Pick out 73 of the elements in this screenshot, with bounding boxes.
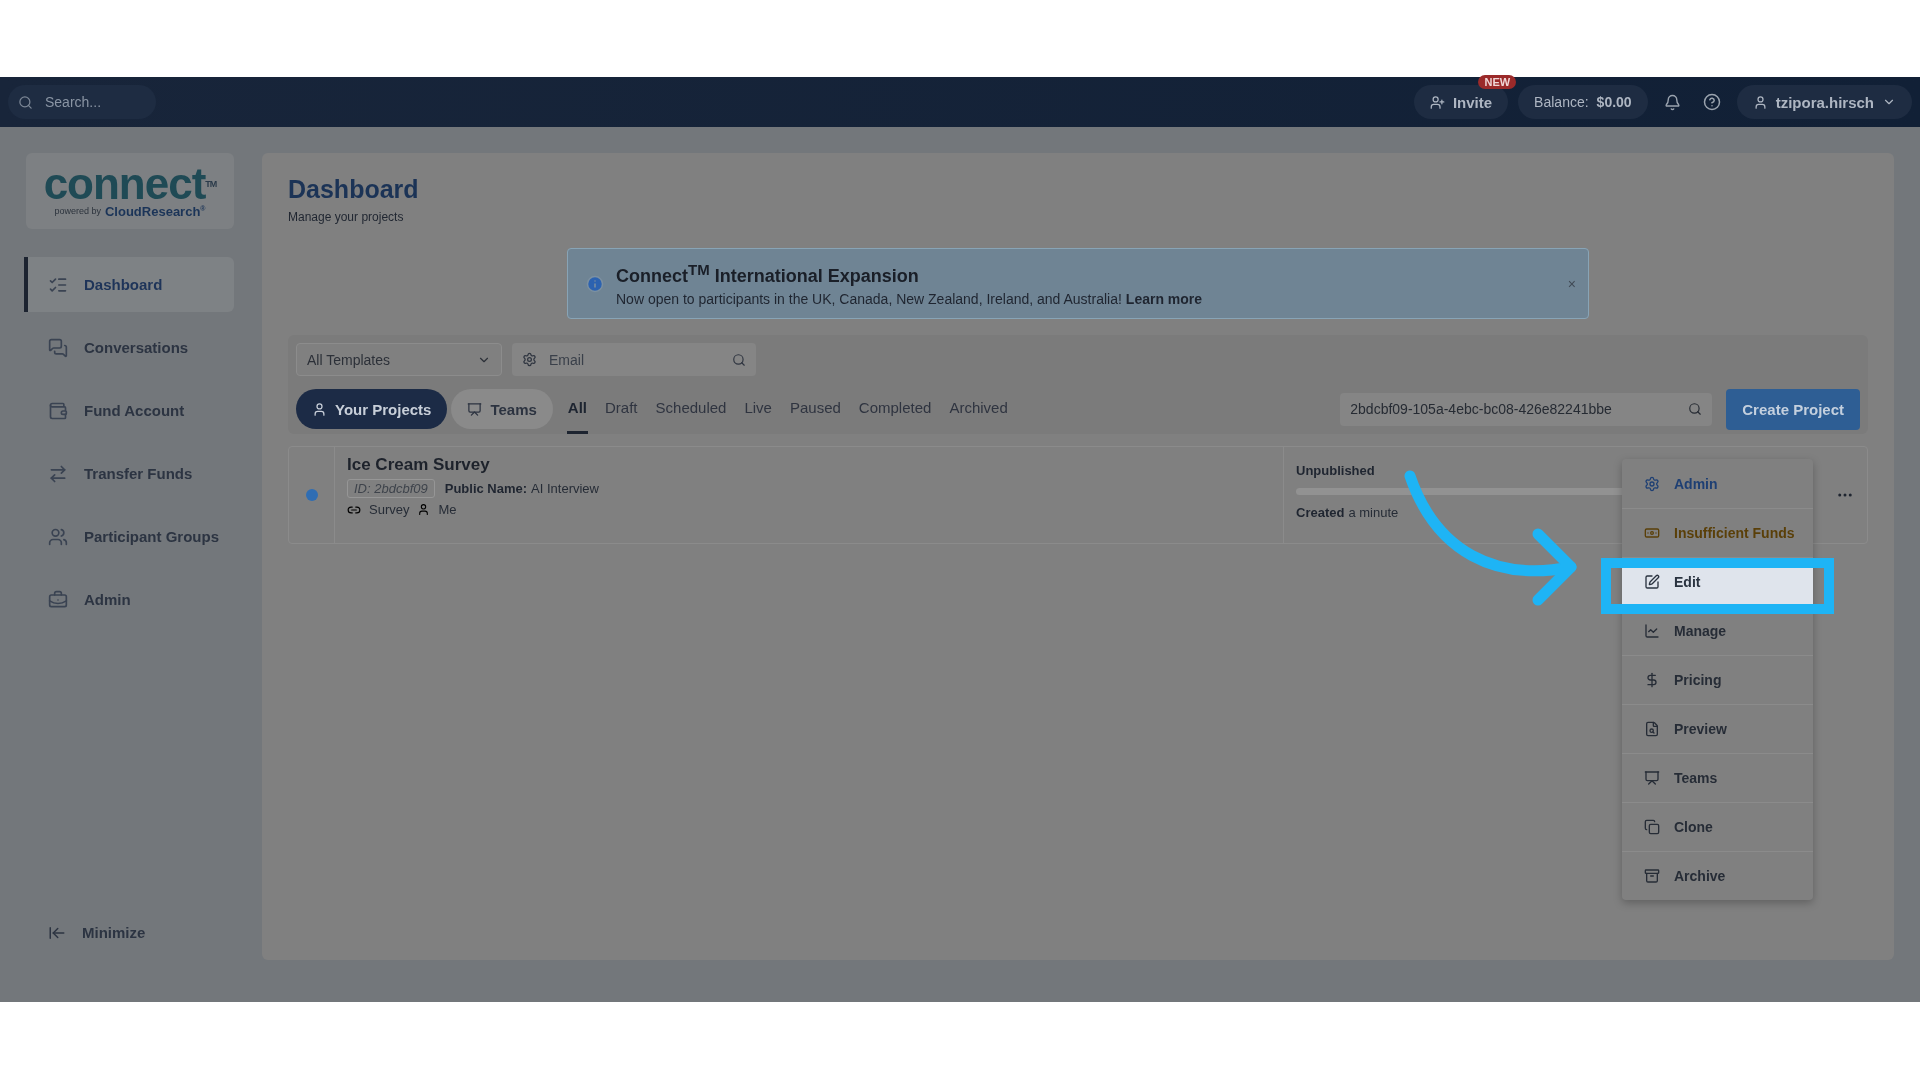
page-subtitle: Manage your projects bbox=[288, 210, 405, 224]
status-tab[interactable]: Draft bbox=[604, 384, 639, 434]
status-tab[interactable]: Archived bbox=[948, 384, 1009, 434]
settings-icon bbox=[522, 352, 537, 367]
archive-icon bbox=[1644, 868, 1660, 884]
sidebar-item[interactable]: Admin bbox=[24, 572, 234, 627]
user-icon bbox=[312, 401, 327, 417]
wallet-icon bbox=[48, 400, 68, 421]
menu-item[interactable]: Archive bbox=[1622, 851, 1813, 900]
project-title[interactable]: Ice Cream Survey bbox=[347, 455, 490, 475]
dollar-icon bbox=[1644, 672, 1660, 688]
create-project-button[interactable]: Create Project bbox=[1726, 388, 1860, 430]
people-icon bbox=[48, 526, 68, 547]
project-id: ID: 2bdcbf09 bbox=[347, 479, 435, 498]
menu-item[interactable]: Manage bbox=[1622, 606, 1813, 655]
created-time: a minute bbox=[1348, 505, 1399, 520]
email-field[interactable]: Email bbox=[547, 350, 722, 369]
menu-item[interactable]: Preview bbox=[1622, 704, 1813, 753]
banner-text: Now open to participants in the UK, Canada, New Zealand, Ireland, and Australia! bbox=[616, 290, 1122, 307]
status-tab[interactable]: Completed bbox=[857, 384, 933, 434]
status-tab[interactable]: Live bbox=[743, 384, 773, 434]
menu-item[interactable]: Admin bbox=[1622, 459, 1813, 508]
public-name-label: Public Name: bbox=[444, 481, 528, 496]
project-type: Survey bbox=[369, 502, 410, 517]
sidebar-item[interactable]: Conversations bbox=[24, 320, 234, 375]
user-menu-button[interactable]: tzipora.hirsch bbox=[1736, 85, 1912, 119]
search-box[interactable]: Search... bbox=[8, 85, 156, 119]
status-tab[interactable]: All bbox=[566, 384, 588, 434]
scope-tab[interactable]: Your Projects bbox=[296, 389, 448, 429]
project-owner: Me bbox=[438, 502, 457, 517]
email-filter[interactable]: Email bbox=[512, 343, 756, 376]
menu-item[interactable]: Pricing bbox=[1622, 655, 1813, 704]
page-title: Dashboard bbox=[288, 175, 420, 204]
search-icon bbox=[1688, 402, 1703, 416]
status-tab[interactable]: Paused bbox=[788, 384, 842, 434]
sidebar-item[interactable]: Fund Account bbox=[24, 383, 234, 438]
settings-icon bbox=[1644, 475, 1660, 492]
banknote-icon bbox=[1644, 525, 1660, 541]
learn-more-link[interactable]: Learn more bbox=[1125, 290, 1203, 307]
public-name: AI Interview bbox=[531, 481, 599, 496]
chat-icon bbox=[48, 337, 68, 358]
menu-item[interactable]: Clone bbox=[1622, 802, 1813, 851]
banner-title: Connect$^{TM}$ International Expansion bbox=[616, 260, 920, 287]
presentation-icon bbox=[1644, 770, 1660, 786]
created-label: Created bbox=[1296, 505, 1345, 520]
status-tab[interactable]: Scheduled bbox=[654, 384, 728, 434]
user-icon bbox=[1752, 94, 1768, 110]
template-dropdown[interactable]: All Templates bbox=[296, 343, 502, 376]
sidebar-item[interactable]: Transfer Funds bbox=[24, 446, 234, 501]
user-icon bbox=[417, 503, 431, 516]
sidebar-item[interactable]: Dashboard bbox=[24, 257, 234, 312]
scope-tab[interactable]: Teams bbox=[451, 389, 553, 429]
copy-icon bbox=[1644, 819, 1660, 835]
presentation-icon bbox=[467, 401, 483, 417]
search-icon bbox=[18, 94, 33, 110]
balance-display: Balance: $0.00 bbox=[1518, 85, 1648, 119]
new-badge: NEW bbox=[1478, 75, 1517, 89]
close-button[interactable]: × bbox=[1567, 275, 1576, 292]
search-field[interactable]: Search... bbox=[43, 93, 146, 111]
transfer-icon bbox=[48, 463, 68, 484]
status-label: Unpublished bbox=[1296, 463, 1376, 478]
search-icon bbox=[732, 352, 746, 367]
edit-icon bbox=[1644, 574, 1660, 590]
minimize-button[interactable]: Minimize bbox=[24, 905, 234, 960]
file-search-icon bbox=[1644, 721, 1660, 737]
info-icon bbox=[586, 274, 604, 293]
menu-item[interactable]: Teams bbox=[1622, 753, 1813, 802]
chart-icon bbox=[1644, 623, 1660, 639]
project-search-field[interactable]: 2bdcbf09-105a-4ebc-bc08-426e82241bbe bbox=[1340, 392, 1713, 426]
sidebar-item[interactable]: Participant Groups bbox=[24, 509, 234, 564]
user-plus-icon bbox=[1429, 94, 1445, 110]
invite-button[interactable]: Invite bbox=[1413, 85, 1509, 119]
briefcase-icon bbox=[48, 589, 68, 610]
